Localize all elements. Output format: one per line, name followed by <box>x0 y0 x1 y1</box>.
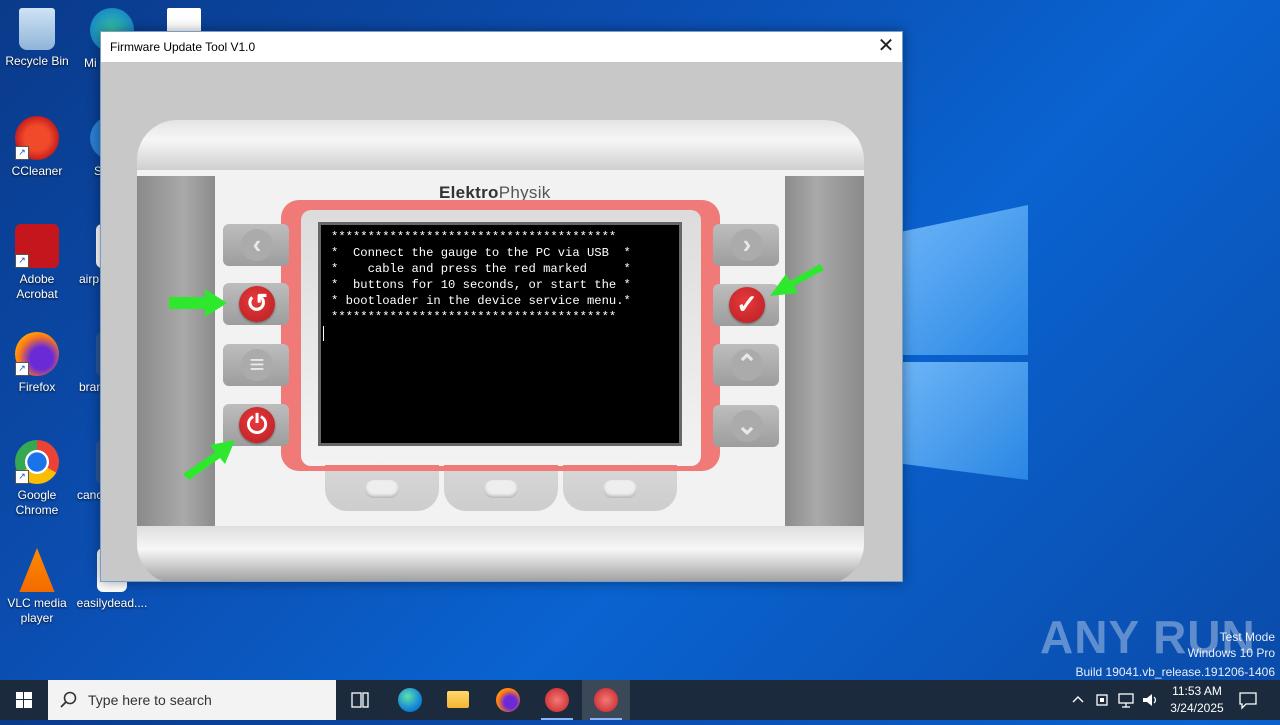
softkey-2-button[interactable] <box>444 465 558 511</box>
green-arrow-icon <box>183 440 235 480</box>
desktop-icon-recycle-bin[interactable]: Recycle Bin <box>1 8 73 69</box>
screen-message: *************************************** … <box>331 230 631 324</box>
green-arrow-icon <box>169 289 227 317</box>
right-button-forward[interactable]: › <box>713 224 779 266</box>
confirm-check-icon: ✓ <box>729 287 765 323</box>
chevron-right-icon: › <box>731 229 763 261</box>
softkey-dot <box>365 480 399 498</box>
softkey-1-button[interactable] <box>325 465 439 511</box>
build-text: Build 19041.vb_release.191206-1406 <box>1075 665 1276 679</box>
desktop-icon-label: Firefox <box>18 380 56 394</box>
shortcut-arrow-icon: ↗ <box>15 254 29 268</box>
network-icon[interactable] <box>1117 691 1137 709</box>
text-cursor-line <box>321 325 679 343</box>
right-button-up[interactable]: ⌃ <box>713 344 779 386</box>
desktop-icon-ccleaner[interactable]: ↗ CCleaner <box>1 116 73 179</box>
chevron-up-icon: ⌃ <box>731 349 763 381</box>
windows-edition-text: Windows 10 Pro <box>1187 646 1275 660</box>
clock-date: 3/24/2025 <box>1170 701 1224 715</box>
power-icon: ⏻ <box>239 407 275 443</box>
desktop-icon-label: CCleaner <box>11 164 63 178</box>
shortcut-arrow-icon: ↗ <box>15 470 29 484</box>
search-placeholder: Type here to search <box>88 692 212 708</box>
vlc-cone-icon <box>19 548 55 592</box>
taskbar-firefox-button[interactable] <box>484 680 532 720</box>
green-arrow-icon <box>770 264 824 296</box>
softkey-dot <box>484 480 518 498</box>
left-button-menu[interactable]: ≡ <box>223 344 289 386</box>
search-icon <box>60 691 77 708</box>
desktop-icon-label: VLC media player <box>7 596 67 625</box>
chevron-down-icon: ⌄ <box>731 410 763 442</box>
desktop-icon-label: Recycle Bin <box>5 54 69 68</box>
close-button[interactable]: ✕ <box>870 32 902 62</box>
taskbar: Type here to search 11:53 AM 3/24/2025 <box>0 680 1280 720</box>
taskbar-firmware-update-button[interactable] <box>582 680 630 720</box>
test-mode-text: Test Mode <box>1219 630 1275 644</box>
taskbar-edge-button[interactable] <box>386 680 434 720</box>
notification-center-icon[interactable] <box>1238 690 1258 710</box>
taskbar-clock[interactable]: 11:53 AM 3/24/2025 <box>1162 683 1232 717</box>
volume-icon[interactable] <box>1141 691 1161 709</box>
desktop-icon-label: easilydead.... <box>76 596 148 610</box>
windows-wallpaper-logo <box>900 205 1028 480</box>
shortcut-arrow-icon: ↗ <box>15 362 29 376</box>
softkey-3-button[interactable] <box>563 465 677 511</box>
menu-icon: ≡ <box>241 349 273 381</box>
desktop-icon-firefox[interactable]: ↗ Firefox <box>1 332 73 395</box>
device-right-grip <box>785 176 864 526</box>
device-panel: ElektroPhysik **************************… <box>101 62 902 581</box>
desktop-icon-adobe-acrobat[interactable]: ↗ Adobe Acrobat <box>1 224 73 302</box>
folder-icon <box>447 691 469 708</box>
taskbar-file-explorer-button[interactable] <box>434 680 482 720</box>
windows-start-icon <box>16 692 32 708</box>
left-button-reset[interactable]: ↺ <box>223 283 289 325</box>
firefox-icon <box>496 688 520 712</box>
adobe-acrobat-icon: ↗ <box>15 224 59 268</box>
clock-time: 11:53 AM <box>1172 684 1222 698</box>
recycle-bin-icon <box>19 8 55 50</box>
window-titlebar[interactable]: Firmware Update Tool V1.0 ✕ <box>101 32 902 62</box>
firmware-tool-icon <box>545 688 569 712</box>
ccleaner-icon: ↗ <box>15 116 59 160</box>
chevron-left-icon: ‹ <box>241 229 273 261</box>
device-bottom-edge <box>137 526 864 581</box>
desktop-icon-label: Google Chrome <box>15 488 59 517</box>
taskbar-search-box[interactable]: Type here to search <box>48 680 336 720</box>
device-icon[interactable] <box>1094 691 1112 709</box>
chevron-up-icon[interactable] <box>1070 692 1086 708</box>
text-cursor <box>323 326 324 342</box>
device-screen: *************************************** … <box>318 222 682 446</box>
edge-icon <box>398 688 422 712</box>
desktop-icon-google-chrome[interactable]: ↗ Google Chrome <box>1 440 73 518</box>
left-button-back[interactable]: ‹ <box>223 224 289 266</box>
firmware-update-window: Firmware Update Tool V1.0 ✕ ElektroPhysi… <box>100 31 903 582</box>
taskbar-app-button[interactable] <box>533 680 581 720</box>
task-view-button[interactable] <box>336 680 384 720</box>
firmware-tool-icon <box>594 688 618 712</box>
softkey-dot <box>603 480 637 498</box>
start-button[interactable] <box>0 680 48 720</box>
chrome-icon: ↗ <box>15 440 59 484</box>
reset-icon: ↺ <box>239 286 275 322</box>
device-top-edge <box>137 120 864 170</box>
firefox-icon: ↗ <box>15 332 59 376</box>
task-view-icon <box>351 692 369 708</box>
right-button-down[interactable]: ⌄ <box>713 405 779 447</box>
window-title: Firmware Update Tool V1.0 <box>110 40 256 54</box>
desktop-icon-vlc[interactable]: VLC media player <box>1 548 73 626</box>
shortcut-arrow-icon: ↗ <box>15 146 29 160</box>
desktop-icon-label: Adobe Acrobat <box>16 272 58 301</box>
